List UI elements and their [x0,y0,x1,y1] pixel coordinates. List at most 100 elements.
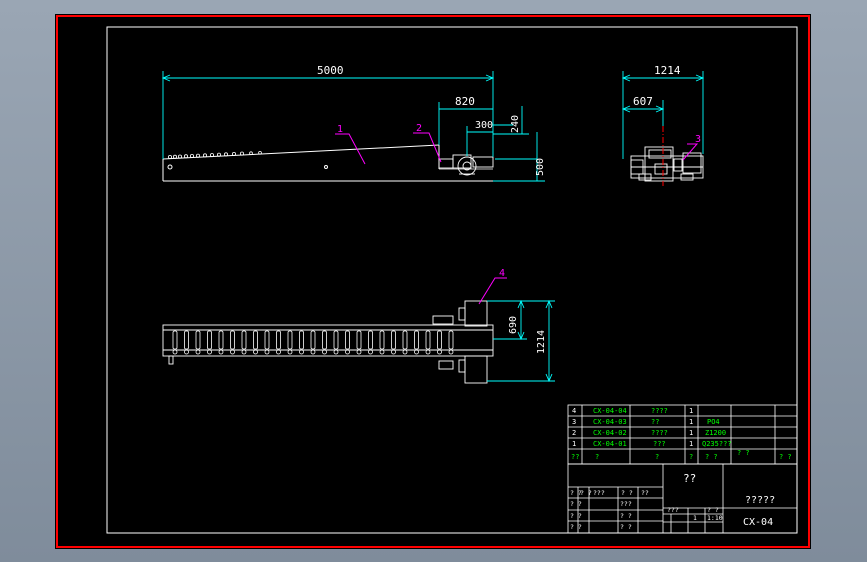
plan-chain-pin [322,349,327,355]
svg-text:3: 3 [572,418,576,426]
end-view: 1214 607 3 [621,64,705,186]
plan-view: 690 1214 4 [162,268,555,384]
plan-chain-pin [276,349,281,355]
plan-chain-link [195,330,201,350]
plan-chain-link [356,330,362,350]
plan-chain-link [230,330,235,350]
plan-chain-link [379,330,385,350]
cad-drawing: 5000 820 300 240 500 1 2 1214 607 3 690 … [56,15,810,548]
dim-length-5000: 5000 [317,64,344,77]
plan-chain-link [276,330,281,350]
cad-viewport[interactable]: 5000 820 300 240 500 1 2 1214 607 3 690 … [0,0,867,562]
plan-chain-pin [172,349,178,355]
plan-chain-link [414,330,419,350]
plan-chain-pin [391,349,396,355]
svg-text:? ?: ? ? [620,523,632,531]
plan-chain-pin [241,349,247,355]
dim-plan-1214: 1214 [536,330,547,354]
svg-text:???: ??? [667,506,679,514]
dim-500: 500 [535,158,546,176]
svg-text:2: 2 [572,429,576,437]
plan-chain-pin [195,349,201,355]
svg-text:Q235???: Q235??? [702,440,732,448]
svg-text:1:10: 1:10 [707,514,723,522]
plan-chain-pin [184,349,189,355]
svg-text:? ?: ? ? [580,489,592,497]
plan-chain-link [299,330,304,350]
plan-chain-link [437,330,442,350]
plan-chain-pin [333,349,339,355]
plan-chain-link [253,330,258,350]
plan-chain-pin [356,349,362,355]
leader-3 [682,143,699,161]
svg-text:? ?: ? ? [705,453,718,461]
plan-chain-link [287,330,293,350]
svg-text:1: 1 [572,440,576,448]
svg-text:? ?: ? ? [570,500,582,508]
svg-text:? ?: ? ? [570,512,582,520]
svg-text:1: 1 [689,440,693,448]
balloon-4: 4 [499,268,505,279]
plan-chain-pin [368,349,373,355]
plan-chain-link [172,330,178,350]
side-view: 5000 820 300 240 500 1 2 [161,64,546,182]
svg-text:???: ??? [620,500,632,508]
plan-chain-link [368,330,373,350]
plan-chain-link [322,330,327,350]
svg-text:?: ? [595,453,599,461]
inner-frame [106,26,798,534]
plan-chain-pin [437,349,442,355]
svg-text:??: ?? [641,489,649,497]
plan-chain-link [425,330,431,350]
svg-text:1: 1 [689,429,693,437]
plan-chain-pin [207,349,212,355]
balloon-1: 1 [337,124,343,135]
svg-text:???: ??? [653,440,666,448]
plan-chain-pin [345,349,350,355]
leader-4 [478,277,507,305]
svg-text:1: 1 [693,514,697,522]
plan-chain-pin [414,349,419,355]
plan-chain-pin [230,349,235,355]
svg-text:CX-04-01: CX-04-01 [593,440,627,448]
svg-text:CX-04-02: CX-04-02 [593,429,627,437]
svg-text:????: ???? [651,429,668,437]
plan-chain-pin [310,349,316,355]
plan-chain-link [448,330,454,350]
plan-chain-link [207,330,212,350]
svg-text:? ?: ? ? [737,449,750,457]
plan-chain-pin [402,349,408,355]
svg-text:? ?: ? ? [707,506,719,514]
plan-chain-pin [218,349,224,355]
company-name: ?? [683,472,696,485]
svg-text:CX-04-04: CX-04-04 [593,407,627,415]
drawing-number: CX-04 [743,517,773,528]
bom-rows: 4 CX-04-04 ???? 1 3 CX-04-03 ?? 1 PO4 2 … [571,407,792,461]
dim-240: 240 [510,115,521,133]
dim-820: 820 [455,95,475,108]
svg-text:? ?: ? ? [779,453,792,461]
side-leaders [335,132,442,165]
svg-text:?: ? [655,453,659,461]
dim-end-1214: 1214 [654,64,681,77]
drawing-sheet[interactable]: 5000 820 300 240 500 1 2 1214 607 3 690 … [55,14,811,549]
svg-text:???: ??? [593,489,605,497]
plan-chain-link [184,330,189,350]
svg-text:4: 4 [572,407,576,415]
svg-text:1: 1 [689,418,693,426]
balloon-2: 2 [416,123,422,134]
svg-text:? ?: ? ? [620,512,632,520]
outer-frame [56,15,810,548]
plan-chain-link [310,330,316,350]
svg-text:1: 1 [689,407,693,415]
svg-text:PO4: PO4 [707,418,720,426]
plan-chain-pin [287,349,293,355]
plan-chain-link [402,330,408,350]
svg-text:??: ?? [571,453,579,461]
plan-chain-link [218,330,224,350]
svg-text:CX-04-03: CX-04-03 [593,418,627,426]
svg-text:? ?: ? ? [621,489,633,497]
plan-chain-pin [264,349,270,355]
plan-chain-link [345,330,350,350]
svg-text:????: ???? [651,407,668,415]
